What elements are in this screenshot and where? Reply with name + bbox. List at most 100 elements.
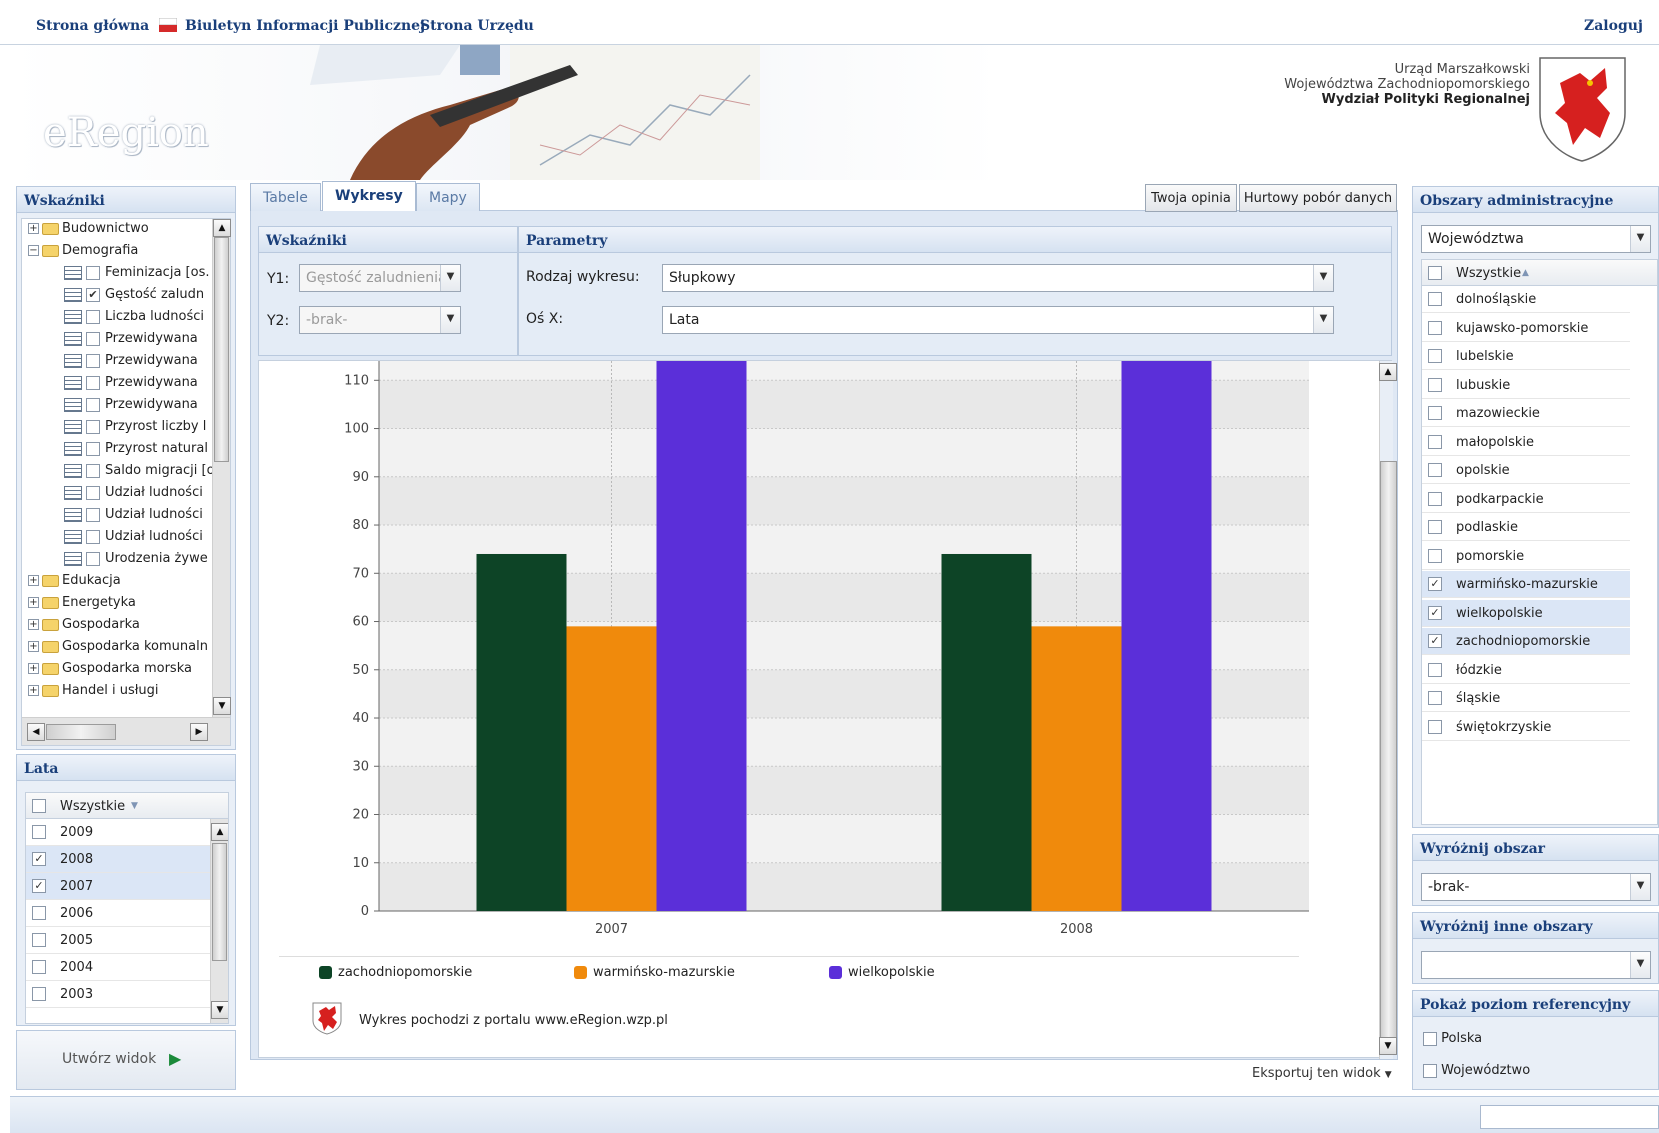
region-checkbox[interactable] [1428,349,1442,363]
tree-horizontal-scrollbar[interactable]: ◀ ▶ [22,717,230,745]
region-checkbox[interactable] [1428,406,1442,420]
region-row[interactable]: ✓ zachodniopomorskie [1422,628,1630,655]
region-checkbox[interactable] [1428,662,1442,677]
xaxis-dropdown-icon[interactable]: ▼ [1313,307,1333,333]
tree-vertical-scrollbar[interactable]: ▲ ▼ [212,219,231,717]
indicator-checkbox[interactable] [86,265,100,280]
expand-icon[interactable]: + [28,685,39,696]
select-all-regions-checkbox[interactable] [1428,266,1442,280]
tree-folder[interactable]: + Budownictwo [28,221,210,243]
region-row[interactable]: ✓ warmińsko-mazurskie [1422,571,1630,598]
highlight-area-select[interactable]: -brak- ▼ [1421,873,1651,901]
year-row[interactable]: 2005 [26,927,210,954]
office-link[interactable]: Strona Urzędu [420,18,534,34]
scroll-thumb[interactable] [214,237,229,462]
indicator-checkbox[interactable] [86,397,100,412]
home-link[interactable]: Strona główna [36,18,149,34]
year-row[interactable]: 2009 [26,819,210,846]
expand-icon[interactable]: + [28,223,39,234]
xaxis-select[interactable]: Lata ▼ [662,306,1334,334]
export-view-link[interactable]: Eksportuj ten widok ▼ [1252,1066,1392,1081]
region-row[interactable]: mazowieckie [1422,400,1630,427]
region-checkbox[interactable] [1428,463,1442,477]
indicator-checkbox[interactable] [86,551,100,566]
tree-folder[interactable]: − Demografia [28,243,210,265]
y2-dropdown-icon[interactable]: ▼ [440,307,460,333]
admin-level-dropdown-icon[interactable]: ▼ [1630,226,1650,252]
highlight-other-select[interactable]: ▼ [1421,951,1651,979]
year-row[interactable]: ✓ 2007 [26,873,210,900]
region-row[interactable]: śląskie [1422,685,1630,712]
admin-level-select[interactable]: Województwa ▼ [1421,225,1651,253]
indicator-checkbox[interactable] [86,507,100,522]
year-checkbox[interactable] [32,825,46,839]
scroll-down-icon[interactable]: ▼ [213,697,231,715]
ref-option-voivodeship[interactable]: Województwo [1423,1063,1530,1078]
year-row[interactable]: 2003 [26,981,210,1008]
region-row[interactable]: pomorskie [1422,542,1630,570]
region-row[interactable]: małopolskie [1422,428,1630,456]
regions-header-label[interactable]: Wszystkie [1456,266,1521,281]
tab-charts[interactable]: Wykresy [322,181,416,211]
region-checkbox[interactable]: ✓ [1428,605,1442,620]
region-checkbox[interactable] [1428,691,1442,705]
expand-icon[interactable]: + [28,575,39,586]
tree-folder[interactable]: + Energetyka [28,595,210,617]
select-all-years-checkbox[interactable] [32,799,46,813]
indicator-checkbox[interactable] [86,529,100,544]
tree-folder[interactable]: + Handel i usługi [28,683,210,705]
year-checkbox[interactable] [32,987,46,1001]
sort-desc-icon[interactable]: ▼ [131,801,138,811]
indicator-checkbox[interactable] [86,463,100,478]
year-row[interactable]: ✓ 2008 [26,846,210,873]
region-checkbox[interactable] [1428,520,1442,534]
chart-type-select[interactable]: Słupkowy ▼ [662,264,1334,292]
year-checkbox[interactable]: ✓ [32,852,46,866]
region-row[interactable]: lubelskie [1422,343,1630,370]
create-view-button[interactable]: Utwórz widok ▶ [16,1030,236,1090]
indicator-checkbox[interactable] [86,485,100,500]
region-checkbox[interactable] [1428,434,1442,449]
region-row[interactable]: dolnośląskie [1422,286,1630,313]
scroll-up-icon[interactable]: ▲ [213,219,231,237]
years-scroll-thumb[interactable] [212,843,227,961]
region-row[interactable]: podlaskie [1422,514,1630,541]
ref-poland-checkbox[interactable] [1423,1031,1437,1046]
collapse-icon[interactable]: − [28,245,39,256]
scroll-left-icon[interactable]: ◀ [27,723,45,741]
region-row[interactable]: ✓ wielkopolskie [1422,599,1630,627]
indicator-checkbox[interactable] [86,309,100,324]
region-checkbox[interactable]: ✓ [1428,634,1442,648]
y1-dropdown-icon[interactable]: ▼ [440,265,460,291]
y2-select[interactable]: -brak- ▼ [299,306,461,334]
expand-icon[interactable]: + [28,663,39,674]
chart-scroll-thumb[interactable] [1380,461,1397,1041]
region-row[interactable]: lubuskie [1422,371,1630,399]
tree-folder[interactable]: + Gospodarka komunaln [28,639,210,661]
year-checkbox[interactable] [32,933,46,947]
region-row[interactable]: opolskie [1422,457,1630,484]
indicator-checkbox[interactable] [86,353,100,368]
y1-select[interactable]: Gęstość zaludnienia ▼ [299,264,461,292]
bulk-download-button[interactable]: Hurtowy pobór danych [1239,184,1397,212]
tab-maps[interactable]: Mapy [416,183,480,211]
indicator-checkbox[interactable] [86,441,100,456]
region-checkbox[interactable] [1428,377,1442,392]
year-row[interactable]: 2006 [26,900,210,927]
export-dropdown-icon[interactable]: ▼ [1385,1070,1392,1080]
region-checkbox[interactable] [1428,320,1442,335]
region-row[interactable]: kujawsko-pomorskie [1422,314,1630,342]
chart-scroll-down-icon[interactable]: ▼ [1379,1037,1397,1055]
expand-icon[interactable]: + [28,641,39,652]
chart-type-dropdown-icon[interactable]: ▼ [1313,265,1333,291]
bip-link[interactable]: Biuletyn Informacji Publicznej [185,18,425,34]
indicator-checkbox[interactable] [86,419,100,434]
ref-option-poland[interactable]: Polska [1423,1031,1482,1046]
years-scroll-down-icon[interactable]: ▼ [211,1001,228,1019]
your-opinion-button[interactable]: Twoja opinia [1145,184,1237,212]
login-link[interactable]: Zaloguj [1584,18,1643,34]
tab-tables[interactable]: Tabele [250,183,321,211]
indicator-checkbox[interactable] [86,331,100,346]
sort-asc-icon[interactable]: ▲ [1522,268,1529,278]
scroll-right-icon[interactable]: ▶ [190,723,208,741]
